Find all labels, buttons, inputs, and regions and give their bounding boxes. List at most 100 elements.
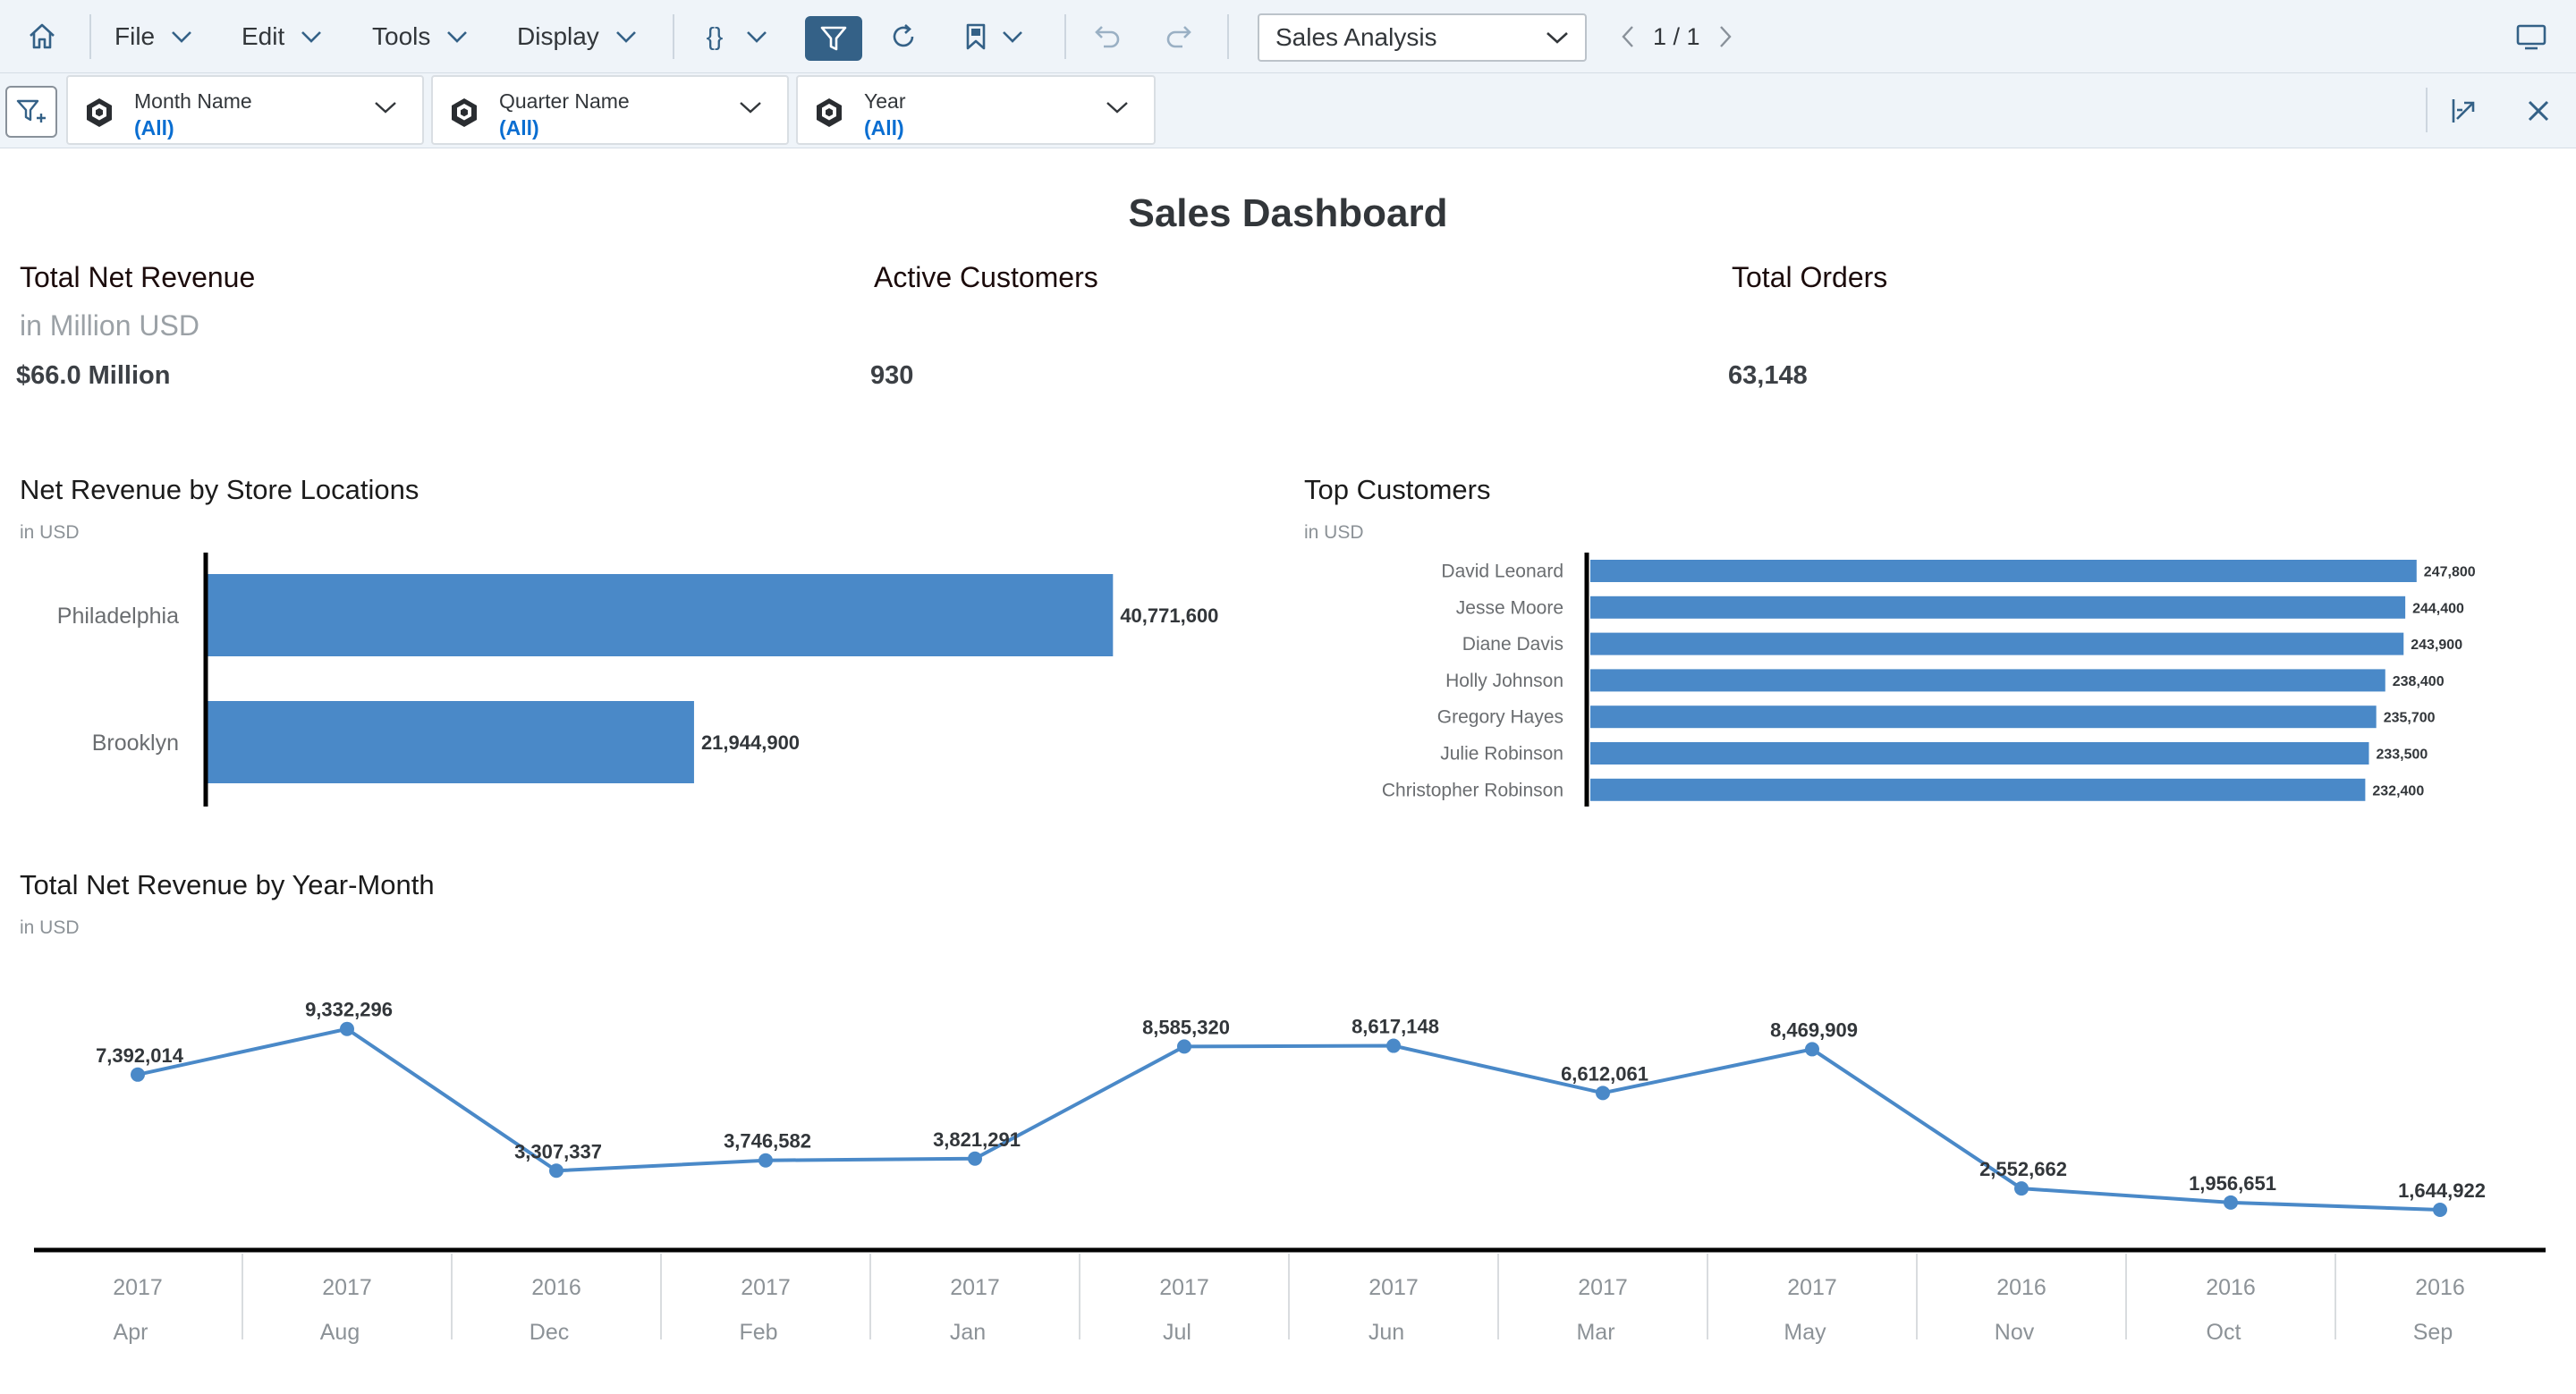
page-indicator: 1 / 1 — [1653, 22, 1700, 50]
value-label: 21,944,900 — [701, 731, 800, 754]
category-label: Holly Johnson — [1445, 671, 1563, 691]
edit-menu-label: Edit — [242, 22, 285, 50]
kpi-total-orders-value: 63,148 — [1728, 361, 1808, 390]
year-tick-label: 2016 — [1996, 1275, 2046, 1300]
add-filter-button[interactable] — [5, 86, 57, 138]
filterbar-separator — [2426, 88, 2428, 132]
data-point — [968, 1151, 982, 1166]
value-label: 8,585,320 — [1142, 1016, 1230, 1038]
value-label: 3,307,337 — [514, 1140, 602, 1162]
category-label: Diane Davis — [1462, 634, 1563, 655]
category-label: Brooklyn — [92, 731, 179, 756]
year-tick-label: 2017 — [1578, 1275, 1628, 1300]
year-tick-label: 2017 — [322, 1275, 372, 1300]
tools-menu-label: Tools — [372, 22, 431, 50]
filter-icon — [819, 24, 848, 53]
chevron-down-icon — [1106, 100, 1129, 114]
bar — [206, 701, 694, 783]
value-label: 1,956,651 — [2189, 1172, 2276, 1195]
category-label: Julie Robinson — [1440, 744, 1563, 765]
value-label: 9,332,296 — [305, 999, 393, 1021]
value-label: 2,552,662 — [1979, 1158, 2067, 1180]
chevron-down-icon — [171, 30, 192, 44]
bar — [1590, 669, 2385, 692]
data-point — [549, 1163, 564, 1179]
data-point — [1596, 1086, 1610, 1101]
year-tick-label: 2016 — [2206, 1275, 2256, 1300]
bar — [1590, 705, 2377, 729]
year-tick-label: 2016 — [2415, 1275, 2465, 1300]
data-point — [2433, 1203, 2447, 1218]
file-menu[interactable]: File — [114, 0, 192, 73]
value-label: 244,400 — [2412, 601, 2464, 616]
story-page-select-value: Sales Analysis — [1275, 23, 1437, 51]
month-tick-label: Mar — [1576, 1320, 1614, 1345]
filter-month-name[interactable]: Month Name (All) — [66, 75, 424, 145]
undo-icon[interactable] — [1093, 0, 1123, 73]
filter-toggle-button[interactable] — [805, 16, 862, 61]
filter-value: (All) — [864, 116, 904, 139]
category-label: Gregory Hayes — [1437, 707, 1563, 728]
filter-name: Month Name — [134, 89, 252, 113]
store-revenue-bar-chart[interactable]: Philadelphia 40,771,600 Brooklyn 21,944,900 — [0, 536, 1288, 823]
chevron-down-icon — [446, 30, 468, 44]
value-label: 40,771,600 — [1120, 604, 1218, 627]
filter-quarter-name[interactable]: Quarter Name (All) — [431, 75, 789, 145]
kpi-net-revenue-subtitle: in Million USD — [20, 309, 199, 342]
svg-text:{}: {} — [707, 22, 724, 50]
bookmark-menu[interactable] — [964, 0, 1023, 73]
curly-braces-icon: {} — [699, 21, 730, 52]
bar — [206, 574, 1114, 656]
value-label: 8,617,148 — [1352, 1016, 1439, 1038]
data-point — [758, 1153, 773, 1168]
display-menu[interactable]: Display — [517, 0, 637, 73]
display-menu-label: Display — [517, 22, 599, 50]
data-point — [1805, 1042, 1819, 1057]
linked-analysis-icon[interactable] — [2449, 73, 2479, 148]
revenue-trend-line-chart[interactable]: 7,392,014 9,332,296 3,307,337 3,746,582 3,82… — [0, 948, 2576, 1359]
month-tick-label: Aug — [320, 1320, 360, 1345]
filter-name: Quarter Name — [499, 89, 630, 113]
bar — [1590, 742, 2369, 765]
value-label: 233,500 — [2376, 748, 2428, 763]
series-line — [137, 1026, 2441, 1212]
chevron-left-icon[interactable] — [1621, 25, 1635, 48]
value-label: 238,400 — [2393, 674, 2445, 689]
bar — [1590, 778, 2366, 801]
value-label: 8,469,909 — [1770, 1018, 1858, 1041]
month-tick-label: Oct — [2207, 1320, 2241, 1345]
value-label: 6,612,061 — [1561, 1062, 1648, 1085]
value-label: 1,644,922 — [2398, 1179, 2486, 1202]
close-icon[interactable] — [2526, 73, 2551, 148]
filter-bar: Month Name (All) Quarter Name (All) Year… — [0, 73, 2576, 148]
dimension-cube-icon — [84, 97, 114, 133]
story-page-select[interactable]: Sales Analysis — [1258, 13, 1587, 62]
home-icon[interactable] — [27, 0, 57, 73]
bar — [1590, 560, 2417, 582]
toolbar-separator — [673, 14, 674, 59]
year-tick-label: 2017 — [741, 1275, 791, 1300]
chevron-down-icon — [1546, 30, 1569, 45]
tools-menu[interactable]: Tools — [372, 0, 468, 73]
year-tick-label: 2017 — [1787, 1275, 1837, 1300]
edit-menu[interactable]: Edit — [242, 0, 322, 73]
chevron-down-icon — [301, 30, 322, 44]
customers-chart-title: Top Customers — [1304, 474, 1491, 505]
filter-year[interactable]: Year (All) — [796, 75, 1156, 145]
present-icon[interactable] — [2515, 0, 2547, 73]
value-label: 243,900 — [2411, 638, 2462, 653]
formula-menu[interactable]: {} — [699, 0, 767, 73]
redo-icon[interactable] — [1163, 0, 1193, 73]
category-label: Jesse Moore — [1456, 597, 1563, 618]
top-customers-bar-chart[interactable]: David Leonard 247,800 Jesse Moore 244,400 Di… — [1288, 536, 2558, 823]
chevron-right-icon[interactable] — [1718, 25, 1733, 48]
refresh-icon[interactable] — [888, 0, 919, 73]
chevron-down-icon — [739, 100, 762, 114]
year-tick-label: 2017 — [113, 1275, 163, 1300]
category-label: Christopher Robinson — [1382, 780, 1563, 800]
year-tick-label: 2017 — [1159, 1275, 1209, 1300]
month-tick-label: Jul — [1163, 1320, 1191, 1345]
value-label: 235,700 — [2384, 711, 2436, 726]
month-tick-label: Jun — [1368, 1320, 1404, 1345]
year-tick-label: 2016 — [531, 1275, 581, 1300]
